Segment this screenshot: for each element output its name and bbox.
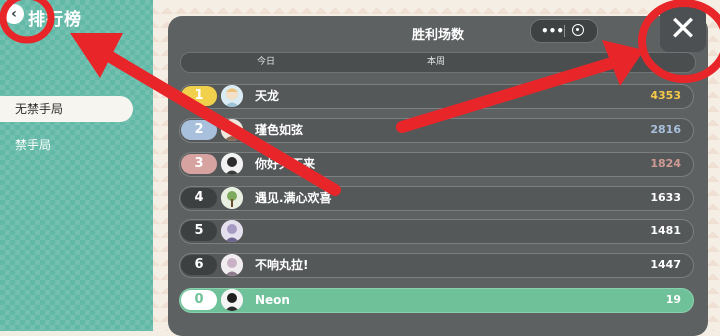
avatar xyxy=(221,254,243,276)
win-count: 1481 xyxy=(650,224,681,237)
player-name: 你好久不来 xyxy=(255,157,316,171)
close-icon: ✕ xyxy=(668,9,698,49)
capsule-divider xyxy=(564,25,565,37)
win-count: 4353 xyxy=(650,89,681,102)
sidebar-title: 排行榜 xyxy=(28,10,82,30)
player-name: Neon xyxy=(255,293,290,307)
rank-badge: 2 xyxy=(181,120,217,140)
win-count: 1824 xyxy=(650,157,681,170)
panel-title: 胜利场数 xyxy=(411,28,464,43)
player-name: 遇见.满心欢喜 xyxy=(255,191,332,205)
table-row: 4 遇见.满心欢喜 1633 xyxy=(179,186,694,211)
tab-forbidden[interactable]: 禁手局 xyxy=(0,132,51,158)
rank-badge: 5 xyxy=(181,221,217,241)
tab-label: 禁手局 xyxy=(15,138,52,152)
self-rank-row: 0 Neon 19 xyxy=(179,288,694,313)
filter-this-week[interactable]: 本周 xyxy=(427,53,445,72)
tab-no-forbidden[interactable]: 无禁手局 xyxy=(0,96,133,122)
table-row: 3 你好久不来 1824 xyxy=(179,152,694,177)
win-count: 19 xyxy=(665,293,681,306)
table-row: 6 不响丸拉! 1447 xyxy=(179,253,694,278)
rank-badge: 6 xyxy=(181,255,217,275)
win-count: 1633 xyxy=(650,191,681,204)
avatar xyxy=(221,187,243,209)
player-name: 不响丸拉! xyxy=(255,258,309,272)
rank-badge: 3 xyxy=(181,154,217,174)
rank-badge: 0 xyxy=(181,290,217,310)
tab-label: 无禁手局 xyxy=(15,102,64,116)
table-row: 5 1481 xyxy=(179,219,694,244)
more-dots-icon[interactable]: ••• xyxy=(541,20,564,42)
chevron-left-icon: ‹ xyxy=(11,6,17,22)
rank-badge: 1 xyxy=(181,86,217,106)
win-count: 1447 xyxy=(650,258,681,271)
sidebar: ‹ 排行榜 无禁手局 禁手局 xyxy=(0,0,153,331)
filter-today[interactable]: 今日 xyxy=(257,53,275,72)
table-row: 1 天龙 4353 xyxy=(179,84,694,109)
avatar xyxy=(221,289,243,311)
table-row: 2 瑾色如弦 2816 xyxy=(179,118,694,143)
player-name: 天龙 xyxy=(255,89,280,103)
mini-program-capsule: ••• xyxy=(530,19,598,43)
win-count: 2816 xyxy=(650,123,681,136)
avatar xyxy=(221,85,243,107)
avatar xyxy=(221,220,243,242)
close-button[interactable]: ✕ xyxy=(660,6,706,52)
target-icon[interactable] xyxy=(572,24,584,36)
rank-badge: 4 xyxy=(181,188,217,208)
player-name: 瑾色如弦 xyxy=(255,123,304,137)
avatar xyxy=(221,119,243,141)
back-button[interactable]: ‹ xyxy=(4,4,24,24)
period-filter-bar: 今日 本周 xyxy=(180,52,696,73)
avatar xyxy=(221,153,243,175)
